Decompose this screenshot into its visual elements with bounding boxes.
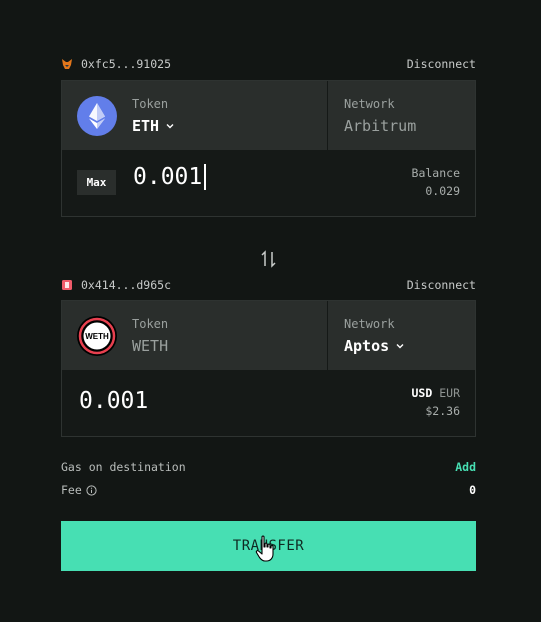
fee-label: Fee [61,483,82,497]
source-token-value: ETH [132,117,175,135]
chevron-down-icon [396,344,404,349]
weth-logo-icon: WETH [77,316,117,356]
destination-selectors: WETH Token WETH Network Aptos [62,301,475,370]
destination-wallet-address: 0x414...d965c [81,278,172,292]
destination-token-label: Token [132,317,169,331]
gas-label: Gas on destination [61,460,186,474]
fee-row: Fee 0 [61,482,476,498]
destination-amount: 0.001 [79,388,149,414]
source-token-selector[interactable]: Token ETH [62,81,327,150]
source-balance: Balance 0.029 [412,166,460,198]
balance-label: Balance [411,166,460,180]
destination-token-value: WETH [132,337,169,355]
source-network-value: Arbitrum [344,117,417,135]
max-button[interactable]: Max [77,170,116,195]
petra-icon [61,279,73,291]
destination-wallet-info: 0x414...d965c [61,278,171,292]
swap-arrows-icon[interactable] [259,249,279,269]
balance-value: 0.029 [425,184,460,198]
chevron-down-icon [166,124,174,129]
source-card: Token ETH Network Arbitrum Max 0.001 Bal… [61,80,476,217]
source-network-label: Network [344,97,395,111]
source-amount-input[interactable]: 0.001 [133,164,206,190]
destination-amount-row: 0.001 USD EUR $2.36 [62,370,475,436]
eth-logo-icon [77,96,117,136]
currency-toggle: USD EUR [412,386,461,400]
source-selectors: Token ETH Network Arbitrum [62,81,475,150]
destination-network-name: Aptos [344,337,390,355]
destination-network-selector[interactable]: Network Aptos [327,301,475,370]
destination-network-label: Network [344,317,395,331]
currency-eur[interactable]: EUR [439,386,460,400]
fiat-value: $2.36 [425,404,460,418]
source-wallet-row: 0xfc5...91025 Disconnect [61,55,476,73]
fee-value: 0 [469,483,476,497]
hand-cursor-icon [255,535,277,563]
info-icon[interactable] [86,484,97,496]
gas-row: Gas on destination Add [61,459,476,475]
source-disconnect-button[interactable]: Disconnect [407,57,476,71]
source-network-selector[interactable]: Network Arbitrum [327,81,475,150]
destination-fiat: USD EUR $2.36 [412,386,461,418]
currency-usd[interactable]: USD [412,386,433,400]
source-amount-row: Max 0.001 Balance 0.029 [62,150,475,216]
weth-logo-text: WETH [85,332,109,341]
destination-card: WETH Token WETH Network Aptos 0.001 USD … [61,300,476,437]
source-wallet-address: 0xfc5...91025 [81,57,172,71]
source-token-label: Token [132,97,169,111]
fee-label-group: Fee [61,483,97,497]
destination-wallet-row: 0x414...d965c Disconnect [61,276,476,294]
destination-network-value: Aptos [344,337,405,355]
source-wallet-info: 0xfc5...91025 [61,57,171,71]
source-amount-value: 0.001 [133,164,203,190]
text-caret [204,164,206,190]
add-gas-button[interactable]: Add [455,460,476,474]
destination-token-selector[interactable]: WETH Token WETH [62,301,327,370]
metamask-icon [61,58,73,70]
source-token-symbol: ETH [132,117,160,135]
destination-disconnect-button[interactable]: Disconnect [407,278,476,292]
